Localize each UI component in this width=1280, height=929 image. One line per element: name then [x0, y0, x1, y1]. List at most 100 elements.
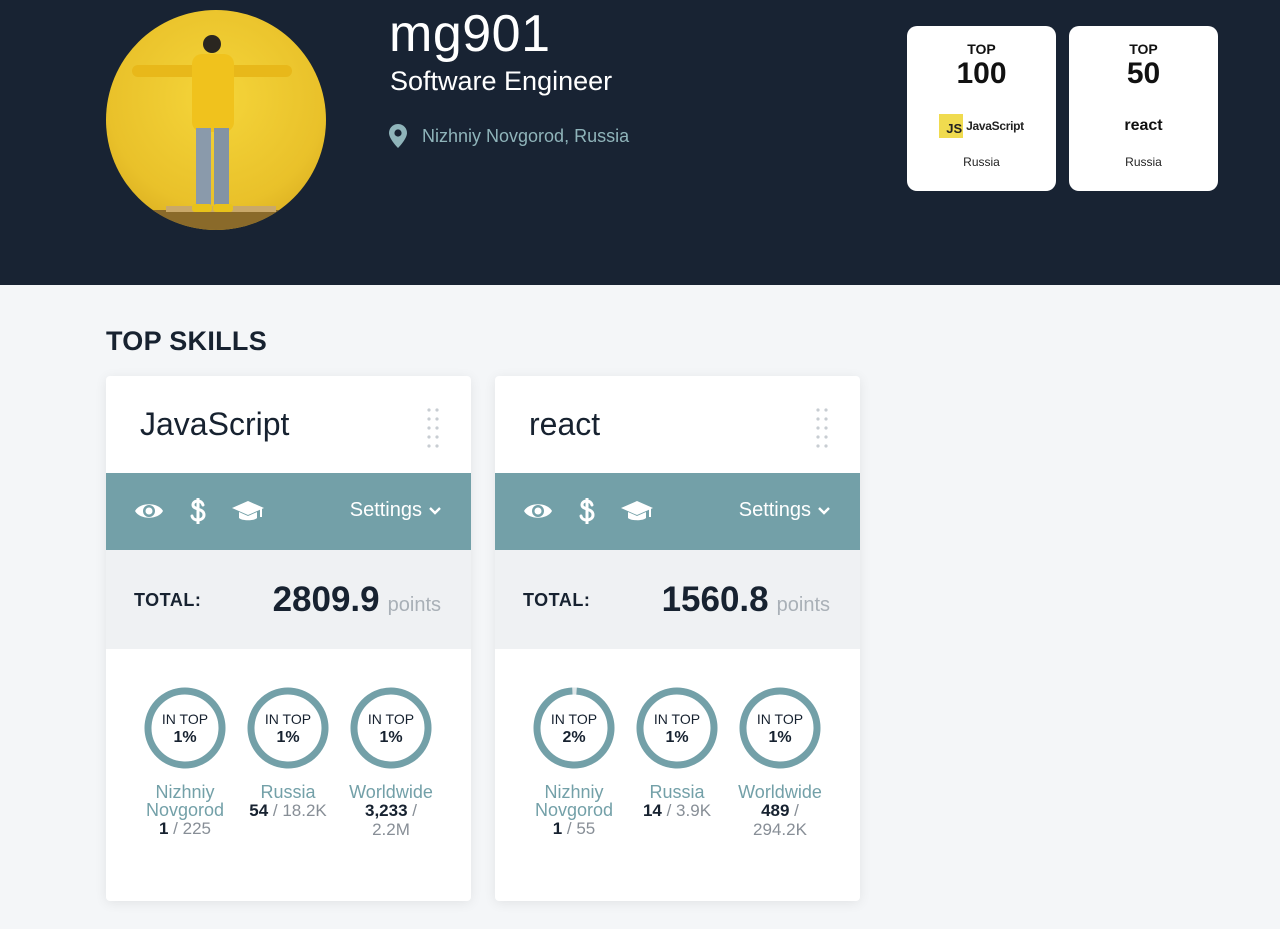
eye-icon[interactable]: [134, 497, 164, 525]
drag-handle-icon[interactable]: [816, 408, 828, 448]
in-top-label: IN TOP: [653, 711, 701, 727]
eye-icon[interactable]: [523, 497, 553, 525]
profile-header: mg901 Software Engineer Nizhniy Novgorod…: [0, 0, 1280, 285]
top-badge-react[interactable]: TOP 50 react Russia: [1069, 26, 1218, 191]
badge-country: Russia: [1125, 155, 1162, 169]
map-pin-icon: [389, 124, 407, 148]
username: mg901: [389, 5, 551, 63]
rank-worldwide: IN TOP 1% Worldwide 3,233 /2.2M: [341, 686, 441, 839]
rank-ring: IN TOP 1%: [635, 686, 719, 770]
location: Nizhniy Novgorod, Russia: [389, 124, 629, 148]
settings-dropdown[interactable]: Settings: [739, 499, 830, 522]
badge-skill: react: [1124, 117, 1163, 134]
badge-top-label: TOP: [967, 41, 996, 57]
js-logo-word: JavaScript: [966, 119, 1024, 133]
rank-total: /: [789, 801, 799, 820]
rank-scope-line2: Novgorod: [534, 800, 614, 820]
rank-scope[interactable]: Russia: [238, 783, 338, 801]
rank-percent: 1%: [768, 729, 792, 746]
rank-worldwide: IN TOP 1% Worldwide 489 /294.2K: [730, 686, 830, 839]
rank-total: /: [407, 801, 417, 820]
drag-handle-icon[interactable]: [427, 408, 439, 448]
rank-scope-line1: Russia: [649, 782, 705, 802]
chevron-down-icon: [429, 506, 441, 515]
rank-ring: IN TOP 2%: [532, 686, 616, 770]
rank-percent: 1%: [173, 729, 197, 746]
rank-scope[interactable]: Nizhniy Novgorod: [135, 783, 235, 819]
skill-card-toolbar: Settings: [106, 473, 471, 550]
badge-rank: 50: [1126, 57, 1161, 90]
rank-number: 1: [552, 819, 563, 838]
rank-total: / 55: [562, 819, 596, 838]
chevron-down-icon: [818, 506, 830, 515]
in-top-label: IN TOP: [756, 711, 804, 727]
rank-scope[interactable]: Nizhniy Novgorod: [524, 783, 624, 819]
avatar: [106, 10, 326, 230]
in-top-label: IN TOP: [264, 711, 312, 727]
rank-scope-line1: Russia: [260, 782, 316, 802]
rank-ring: IN TOP 1%: [738, 686, 822, 770]
rank-scope[interactable]: Worldwide: [730, 783, 830, 801]
rank-local: IN TOP 1% Nizhniy Novgorod 1 / 225: [135, 686, 235, 838]
rank-total: / 18.2K: [268, 801, 327, 820]
rank-country: IN TOP 1% Russia 14 / 3.9K: [627, 686, 727, 820]
rank-total: / 225: [168, 819, 211, 838]
rank-scope-line1: Worldwide: [349, 782, 433, 802]
graduation-cap-icon[interactable]: [231, 497, 265, 525]
rank-progress-ring: [533, 687, 615, 769]
in-top-label: IN TOP: [161, 711, 209, 727]
badge-rank: 100: [956, 57, 1007, 90]
total-points-row: TOTAL: 2809.9 points: [106, 550, 471, 649]
total-label: TOTAL:: [523, 590, 591, 610]
rank-scope-line1: Nizhniy: [544, 782, 604, 802]
rank-position: 54 / 18.2K: [238, 801, 338, 820]
total-points-row: TOTAL: 1560.8 points: [495, 550, 860, 649]
settings-dropdown[interactable]: Settings: [350, 499, 441, 522]
skill-card-toolbar: Settings: [495, 473, 860, 550]
rank-position: 14 / 3.9K: [627, 801, 727, 820]
skill-card-title: JavaScript: [140, 406, 290, 442]
rank-total-line2: 294.2K: [753, 820, 807, 839]
rank-position: 3,233 /2.2M: [341, 801, 441, 839]
rank-number: 3,233: [365, 801, 408, 820]
top-badge-javascript[interactable]: TOP 100 JS JavaScript Russia: [907, 26, 1056, 191]
dollar-icon[interactable]: [578, 497, 596, 525]
rank-total: / 3.9K: [661, 801, 712, 820]
js-logo-icon: JS: [939, 114, 964, 138]
rank-progress-ring: [144, 687, 226, 769]
ring-fill: [739, 687, 821, 769]
rank-local: IN TOP 2% Nizhniy Novgorod 1 / 55: [524, 686, 624, 838]
rank-scope-line2: Novgorod: [145, 800, 225, 820]
settings-label: Settings: [349, 499, 422, 521]
rank-position: 1 / 55: [524, 819, 624, 838]
rank-progress-ring: [247, 687, 329, 769]
ring-fill: [533, 687, 615, 769]
javascript-logo: JS JavaScript: [907, 111, 1056, 141]
rank-number: 14: [642, 801, 662, 820]
rank-progress-ring: [350, 687, 432, 769]
rank-scope[interactable]: Worldwide: [341, 783, 441, 801]
badge-country: Russia: [963, 155, 1000, 169]
graduation-cap-icon[interactable]: [620, 497, 654, 525]
dollar-icon[interactable]: [189, 497, 207, 525]
rank-number: 489: [761, 801, 790, 820]
rank-position: 489 /294.2K: [730, 801, 830, 839]
in-top-label: IN TOP: [367, 711, 415, 727]
total-unit: points: [387, 594, 441, 616]
in-top-label: IN TOP: [550, 711, 598, 727]
skill-card-react: react Settings TOTAL: 1560.8 points IN T…: [495, 376, 860, 901]
total-value: 1560.8: [661, 580, 769, 619]
badge-top-label: TOP: [1129, 41, 1158, 57]
rank-scope[interactable]: Russia: [627, 783, 727, 801]
rank-progress-ring: [636, 687, 718, 769]
rank-percent: 1%: [665, 729, 689, 746]
rank-country: IN TOP 1% Russia 54 / 18.2K: [238, 686, 338, 820]
job-title: Software Engineer: [390, 66, 613, 96]
rank-percent: 2%: [562, 729, 586, 746]
rank-percent: 1%: [379, 729, 403, 746]
location-text: Nizhniy Novgorod, Russia: [422, 125, 630, 146]
rank-number: 54: [249, 801, 269, 820]
section-title: TOP SKILLS: [106, 326, 268, 356]
rank-position: 1 / 225: [135, 819, 235, 838]
rank-scope-line1: Nizhniy: [155, 782, 215, 802]
